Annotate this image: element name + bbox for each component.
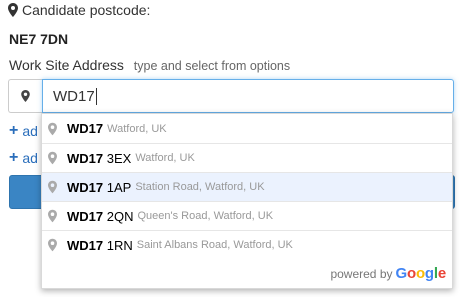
suggestion-main: WD17 1AP bbox=[67, 180, 131, 195]
map-marker-icon bbox=[48, 122, 57, 135]
suggestion-item[interactable]: WD17 3EX Watford, UK bbox=[42, 143, 452, 172]
suggestion-secondary: Watford, UK bbox=[107, 122, 167, 135]
work-site-address-label: Work Site Address type and select from o… bbox=[9, 57, 290, 73]
work-site-input-value: WD17 bbox=[53, 87, 95, 105]
candidate-postcode-value: NE7 7DN bbox=[9, 31, 69, 47]
suggestion-secondary: Saint Albans Road, Watford, UK bbox=[136, 239, 293, 251]
text-caret bbox=[95, 87, 97, 105]
work-site-hint: type and select from options bbox=[133, 59, 291, 73]
suggestion-item[interactable]: WD17 2QN Queen's Road, Watford, UK bbox=[42, 201, 452, 230]
suggestion-match: WD17 bbox=[67, 150, 104, 166]
suggestion-main: WD17 3EX bbox=[67, 151, 131, 166]
suggestion-item[interactable]: WD17 1RN Saint Albans Road, Watford, UK bbox=[42, 230, 452, 259]
autocomplete-dropdown: WD17 Watford, UK WD17 3EX Watford, UK WD… bbox=[41, 113, 453, 289]
map-marker-icon bbox=[48, 238, 57, 252]
add-link-label: ad bbox=[22, 150, 38, 166]
suggestion-main: WD17 1RN bbox=[67, 238, 133, 253]
google-logo: Google bbox=[395, 265, 447, 282]
candidate-postcode-label: Candidate postcode: bbox=[8, 2, 150, 18]
add-link-label: ad bbox=[22, 123, 38, 139]
suggestion-match: WD17 bbox=[67, 121, 104, 136]
work-site-address-input[interactable]: WD17 bbox=[42, 79, 454, 113]
map-marker-icon bbox=[48, 209, 57, 223]
candidate-postcode-text: Candidate postcode: bbox=[22, 2, 151, 18]
map-marker-icon bbox=[8, 3, 18, 17]
suggestion-main: WD17 bbox=[67, 121, 103, 136]
input-addon bbox=[8, 79, 42, 113]
map-marker-icon bbox=[48, 151, 57, 165]
suggestion-rest: 2QN bbox=[106, 208, 134, 224]
work-site-label-text: Work Site Address bbox=[9, 57, 124, 73]
map-marker-icon bbox=[48, 180, 57, 194]
suggestion-item[interactable]: WD17 Watford, UK bbox=[42, 114, 452, 143]
add-link-2[interactable]: + ad bbox=[9, 149, 38, 167]
powered-by-text: powered by bbox=[330, 266, 393, 281]
plus-icon: + bbox=[9, 149, 19, 166]
suggestion-rest: 1AP bbox=[106, 179, 132, 195]
add-link-1[interactable]: + ad bbox=[9, 122, 38, 140]
plus-icon: + bbox=[9, 122, 19, 139]
suggestion-item[interactable]: WD17 1AP Station Road, Watford, UK bbox=[42, 172, 452, 201]
powered-by-google: powered by Google bbox=[330, 265, 446, 282]
suggestion-match: WD17 bbox=[67, 179, 104, 195]
suggestion-secondary: Watford, UK bbox=[135, 152, 195, 164]
suggestion-secondary: Queen's Road, Watford, UK bbox=[137, 210, 274, 222]
map-marker-icon bbox=[21, 90, 30, 102]
suggestion-rest: 1RN bbox=[106, 237, 133, 253]
suggestion-main: WD17 2QN bbox=[67, 209, 133, 224]
suggestion-match: WD17 bbox=[67, 208, 104, 224]
work-site-input-group: WD17 bbox=[8, 79, 454, 113]
suggestion-match: WD17 bbox=[67, 237, 104, 253]
suggestion-secondary: Station Road, Watford, UK bbox=[135, 181, 265, 193]
suggestion-rest: 3EX bbox=[106, 150, 132, 166]
